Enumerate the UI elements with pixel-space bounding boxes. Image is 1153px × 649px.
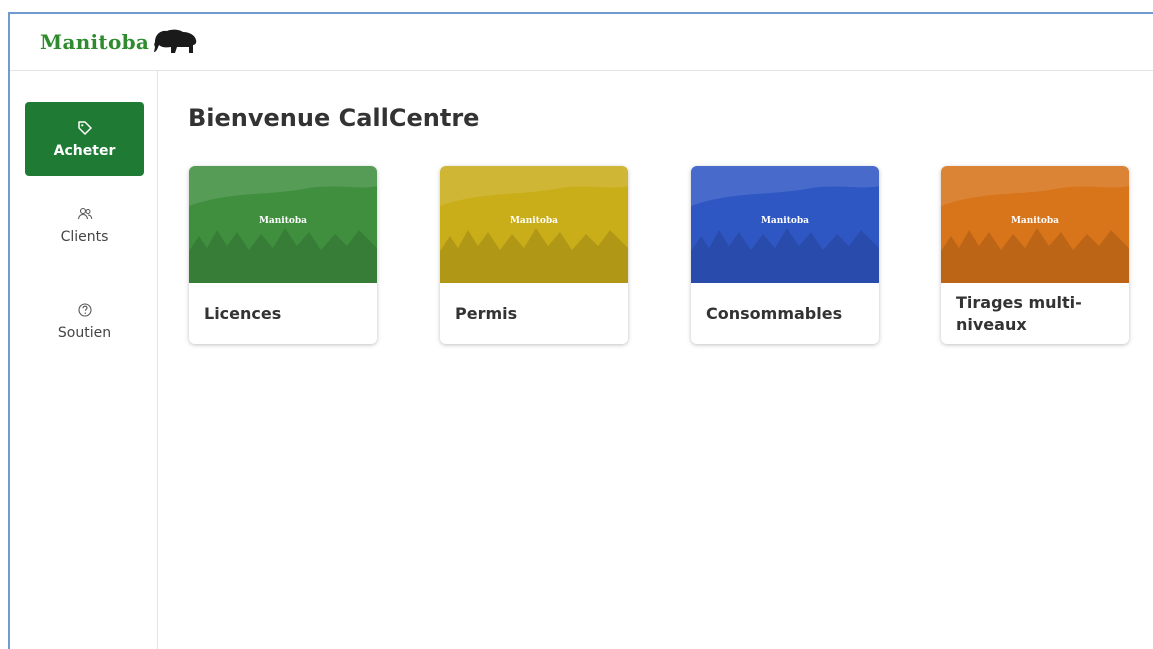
sidebar: Acheter Clients Soutien (10, 71, 158, 649)
card-logo-mark: Manitoba (1010, 216, 1060, 226)
main-content: Bienvenue CallCentre Manitoba Licences M… (158, 71, 1153, 649)
card-tirages-multi-niveaux[interactable]: Manitoba Tirages multi-niveaux (941, 166, 1129, 344)
card-licences[interactable]: Manitoba Licences (189, 166, 377, 344)
nav-item-soutien[interactable]: Soutien (25, 301, 144, 341)
card-label: Licences (204, 303, 282, 323)
card-image: Manitoba (941, 166, 1129, 283)
nav-item-label: Clients (60, 229, 109, 245)
card-logo-mark: Manitoba (509, 216, 559, 226)
card-logo-mark: Manitoba (760, 216, 810, 226)
page-title: Bienvenue CallCentre (188, 104, 480, 132)
nav-item-acheter[interactable]: Acheter (25, 102, 144, 176)
manitoba-logo[interactable]: Manitoba (40, 28, 199, 56)
top-bar: Manitoba (10, 14, 1153, 71)
tag-icon (77, 119, 92, 137)
card-image: Manitoba (189, 166, 377, 283)
card-logo-mark: Manitoba (258, 216, 308, 226)
card-label: Consommables (706, 303, 843, 323)
card-permis[interactable]: Manitoba Permis (440, 166, 628, 344)
nav-item-label: Soutien (57, 325, 112, 341)
card-label: Tirages multi-niveaux (956, 292, 1082, 334)
card-image: Manitoba (440, 166, 628, 283)
nav-item-label: Acheter (53, 143, 116, 159)
nav-item-clients[interactable]: Clients (25, 205, 144, 245)
help-circle-icon (77, 301, 92, 319)
users-icon (77, 205, 93, 223)
logo-wordmark: Manitoba (40, 30, 150, 54)
card-label: Permis (455, 303, 518, 323)
bison-icon (154, 29, 197, 53)
card-consommables[interactable]: Manitoba Consommables (691, 166, 879, 344)
card-image: Manitoba (691, 166, 879, 283)
